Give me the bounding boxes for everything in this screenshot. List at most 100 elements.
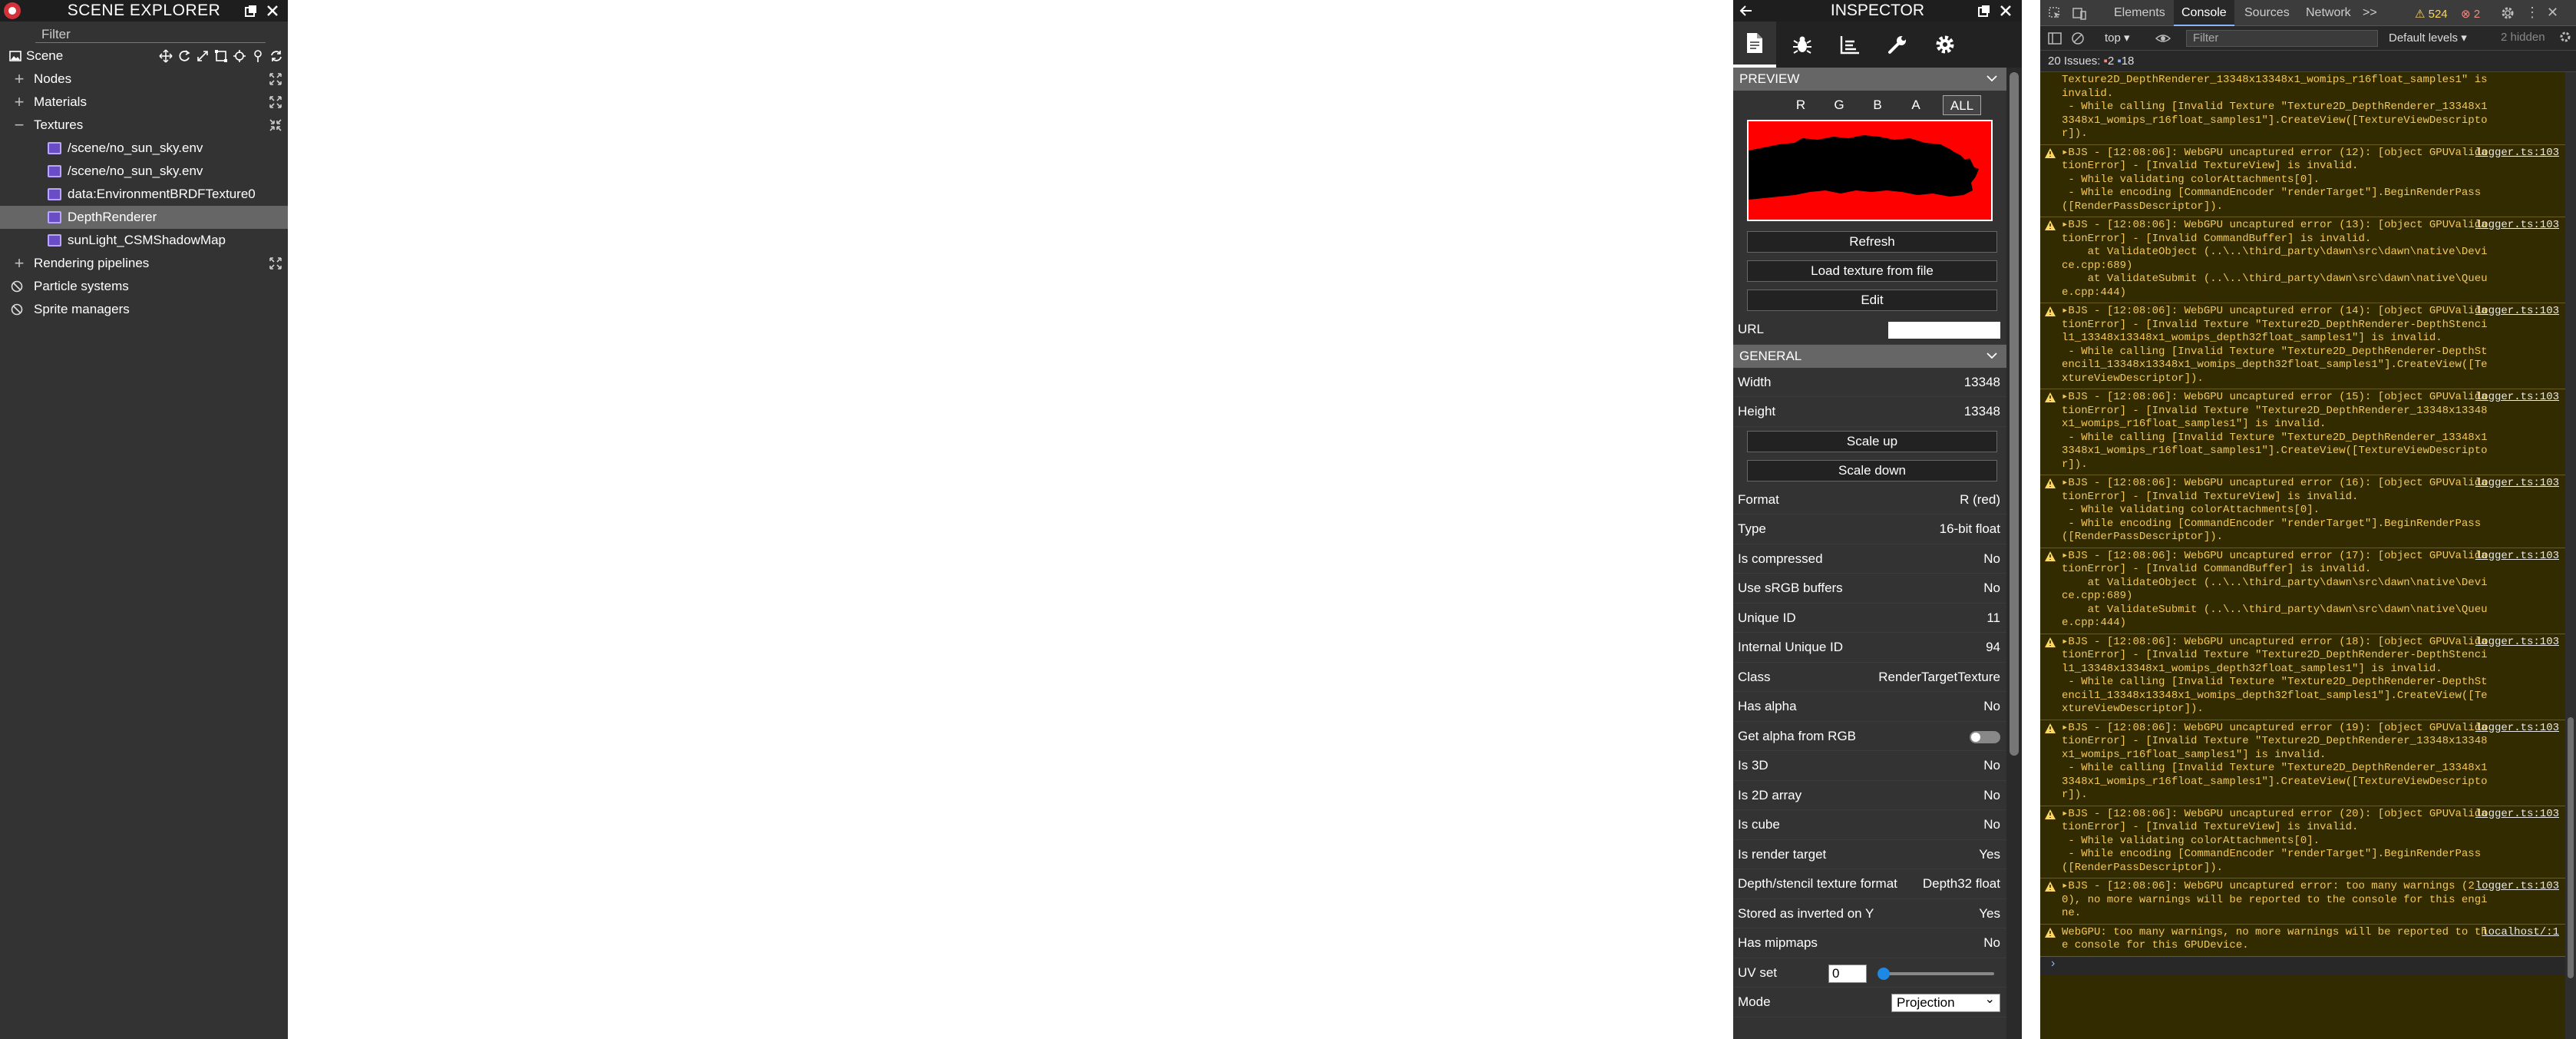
preview-section-header[interactable]: PREVIEW	[1733, 68, 2006, 91]
refresh-button[interactable]: Refresh	[1747, 231, 1997, 253]
source-link[interactable]: logger.ts:103	[2475, 880, 2559, 894]
edit-button[interactable]: Edit	[1747, 290, 1997, 311]
tree-item-nodes[interactable]: + Nodes	[0, 68, 288, 91]
uv-set-input[interactable]: 0	[1828, 964, 1867, 983]
bounding-box-gizmo-icon[interactable]	[214, 49, 228, 63]
scrollbar-thumb[interactable]	[2568, 717, 2574, 978]
source-link[interactable]: logger.ts:103	[2475, 722, 2559, 736]
console-message[interactable]: ▸BJS - [12:08:06]: WebGPU uncaptured err…	[2040, 548, 2565, 634]
console-message[interactable]: ▸BJS - [12:08:06]: WebGPU uncaptured err…	[2040, 145, 2565, 217]
load-texture-button[interactable]: Load texture from file	[1747, 260, 1997, 282]
tree-item-scene[interactable]: Scene	[0, 45, 288, 68]
source-link[interactable]: localhost/:1	[2482, 926, 2559, 940]
source-link[interactable]: logger.ts:103	[2475, 219, 2559, 233]
channel-a-button[interactable]: A	[1907, 95, 1925, 115]
console-scrollbar[interactable]	[2565, 72, 2576, 1039]
tab-debug[interactable]	[1781, 22, 1824, 68]
tree-item-rendering-pipelines[interactable]: + Rendering pipelines	[0, 252, 288, 275]
texture-item[interactable]: data:EnvironmentBRDFTexture0	[0, 183, 288, 206]
clear-console-icon[interactable]	[2071, 31, 2085, 45]
tree-item-materials[interactable]: + Materials	[0, 91, 288, 114]
translate-gizmo-icon[interactable]	[159, 49, 173, 63]
eye-icon[interactable]	[2155, 31, 2171, 45]
source-link[interactable]: logger.ts:103	[2475, 808, 2559, 822]
warnings-badge[interactable]: ⚠ 524	[2415, 7, 2448, 21]
expand-icon[interactable]: +	[14, 68, 25, 91]
inspect-element-icon[interactable]	[2048, 6, 2062, 20]
collapse-all-icon[interactable]	[269, 119, 282, 131]
errors-badge[interactable]: ⊗ 2	[2461, 7, 2480, 21]
expand-all-icon[interactable]	[269, 96, 282, 108]
close-icon[interactable]	[1999, 4, 2013, 18]
url-input[interactable]	[1888, 322, 2000, 339]
scale-down-button[interactable]: Scale down	[1747, 459, 1997, 481]
levels-select[interactable]: Default levels ▾	[2389, 31, 2467, 45]
console-message[interactable]: ▸BJS - [12:08:06]: WebGPU uncaptured err…	[2040, 217, 2565, 303]
console-message[interactable]: ▸BJS - [12:08:06]: WebGPU uncaptured err…	[2040, 389, 2565, 475]
settings-gear-icon[interactable]	[2501, 6, 2515, 20]
filter-input[interactable]	[35, 26, 266, 43]
console-message[interactable]: ▸BJS - [12:08:06]: WebGPU uncaptured err…	[2040, 634, 2565, 720]
console-filter-input[interactable]: Filter	[2186, 30, 2378, 47]
get-alpha-toggle[interactable]	[1970, 730, 2000, 743]
mode-select[interactable]: Projection	[1891, 991, 2000, 1012]
more-options-icon[interactable]: ⋮	[2525, 5, 2539, 21]
close-icon[interactable]	[266, 4, 279, 18]
source-link[interactable]: logger.ts:103	[2475, 477, 2559, 491]
source-link[interactable]: logger.ts:103	[2475, 636, 2559, 650]
channel-r-button[interactable]: R	[1792, 95, 1810, 115]
tree-item-sprite-managers[interactable]: Sprite managers	[0, 298, 288, 321]
tab-settings[interactable]	[1924, 22, 1967, 68]
scale-up-button[interactable]: Scale up	[1747, 430, 1997, 452]
channel-all-button[interactable]: ALL	[1943, 95, 1981, 115]
tab-sources[interactable]: Sources	[2244, 0, 2290, 26]
texture-item-selected[interactable]: DepthRenderer	[0, 206, 288, 229]
texture-item[interactable]: /scene/no_sun_sky.env	[0, 160, 288, 183]
tab-console[interactable]: Console	[2174, 0, 2234, 26]
inspector-scrollbar[interactable]	[2006, 68, 2022, 1039]
tab-elements[interactable]: Elements	[2114, 0, 2165, 26]
collapse-icon[interactable]: −	[14, 114, 25, 137]
popout-icon[interactable]	[244, 4, 258, 18]
rotate-gizmo-icon[interactable]	[177, 49, 191, 63]
device-toolbar-icon[interactable]	[2072, 6, 2086, 20]
console-message[interactable]: WebGPU: too many warnings, no more warni…	[2040, 925, 2565, 957]
context-select[interactable]: top ▾	[2105, 31, 2130, 45]
sidebar-toggle-icon[interactable]	[2048, 31, 2062, 45]
scale-gizmo-icon[interactable]	[196, 49, 210, 63]
tab-statistics[interactable]	[1828, 22, 1871, 68]
popout-icon[interactable]	[1977, 4, 1991, 18]
general-section-header[interactable]: GENERAL	[1733, 344, 2006, 368]
texture-item[interactable]: /scene/no_sun_sky.env	[0, 137, 288, 160]
texture-item[interactable]: sunLight_CSMShadowMap	[0, 229, 288, 252]
more-tabs[interactable]: >>	[2363, 0, 2377, 26]
tab-network[interactable]: Network	[2306, 0, 2351, 26]
console-prompt[interactable]: ›	[2040, 956, 2565, 975]
channel-b-button[interactable]: B	[1868, 95, 1887, 115]
refresh-icon[interactable]	[269, 49, 283, 63]
uv-set-slider[interactable]	[1878, 967, 1994, 980]
expand-icon[interactable]: +	[14, 91, 25, 114]
expand-all-icon[interactable]	[269, 73, 282, 85]
tree-item-particle-systems[interactable]: Particle systems	[0, 275, 288, 298]
source-link[interactable]: logger.ts:103	[2475, 147, 2559, 160]
channel-g-button[interactable]: G	[1830, 95, 1848, 115]
tab-properties[interactable]	[1733, 22, 1776, 68]
source-link[interactable]: logger.ts:103	[2475, 550, 2559, 564]
console-message[interactable]: ▸BJS - [12:08:06]: WebGPU uncaptured err…	[2040, 303, 2565, 389]
close-devtools-icon[interactable]: ✕	[2547, 5, 2558, 21]
scrollbar-thumb[interactable]	[2010, 72, 2019, 756]
pick-icon[interactable]	[251, 49, 265, 63]
source-link[interactable]: logger.ts:103	[2475, 305, 2559, 319]
console-message[interactable]: ▸BJS - [12:08:06]: WebGPU uncaptured err…	[2040, 475, 2565, 548]
expand-icon[interactable]: +	[14, 252, 25, 275]
source-link[interactable]: logger.ts:103	[2475, 391, 2559, 405]
tab-tools[interactable]	[1876, 22, 1919, 68]
target-icon[interactable]	[233, 49, 246, 63]
console-settings-icon[interactable]	[2559, 31, 2571, 43]
issues-bar[interactable]: 20 Issues: ▪2 ▪18	[2040, 51, 2576, 72]
console-message[interactable]: ▸BJS - [12:08:06]: WebGPU uncaptured err…	[2040, 879, 2565, 925]
console-message[interactable]: ▸BJS - [12:08:06]: WebGPU uncaptured err…	[2040, 806, 2565, 879]
console-message[interactable]: ▸BJS - [12:08:06]: WebGPU uncaptured err…	[2040, 720, 2565, 806]
tree-item-textures[interactable]: − Textures	[0, 114, 288, 137]
